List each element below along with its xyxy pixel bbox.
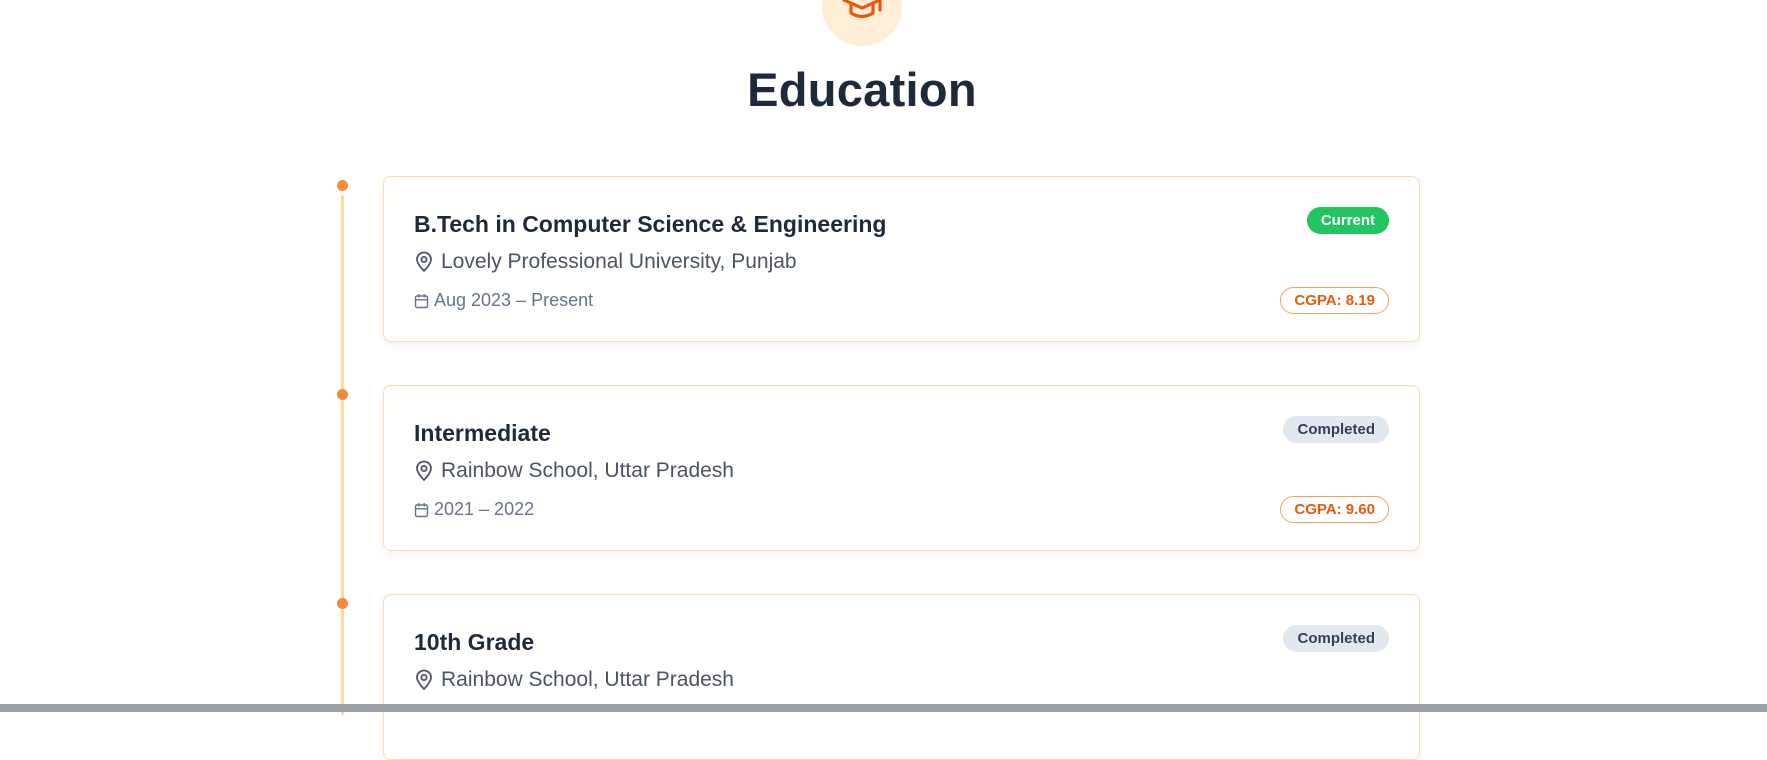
cgpa-badge: CGPA: 8.19 — [1280, 287, 1389, 314]
horizontal-scrollbar[interactable] — [0, 704, 1767, 712]
timeline-dot — [337, 598, 348, 609]
timeline-line — [341, 195, 344, 715]
degree-title: 10th Grade — [414, 629, 535, 655]
timeline-dot — [337, 180, 348, 191]
section-icon-badge — [822, 0, 902, 46]
location-pin-icon — [416, 460, 432, 481]
degree-title: Intermediate — [414, 420, 551, 446]
education-card: B.Tech in Computer Science & Engineering… — [383, 176, 1420, 342]
institution: Rainbow School, Uttar Pradesh — [414, 459, 734, 483]
institution: Rainbow School, Uttar Pradesh — [414, 668, 734, 692]
institution-name: Rainbow School, Uttar Pradesh — [441, 459, 734, 482]
calendar-icon — [414, 293, 429, 308]
timeline-dot — [337, 389, 348, 400]
education-card: Intermediate Completed Rainbow School, U… — [383, 385, 1420, 551]
status-badge: Completed — [1283, 625, 1389, 652]
status-badge: Current — [1306, 207, 1389, 234]
status-badge: Completed — [1283, 416, 1389, 443]
institution-name: Lovely Professional University, Punjab — [441, 250, 797, 273]
cgpa-badge: CGPA: 9.60 — [1280, 496, 1389, 523]
study-period: 2021 – 2022 — [414, 499, 534, 520]
institution: Lovely Professional University, Punjab — [414, 250, 797, 274]
study-period: Aug 2023 – Present — [414, 290, 593, 311]
education-card: 10th Grade Completed Rainbow School, Utt… — [383, 594, 1420, 760]
institution-name: Rainbow School, Uttar Pradesh — [441, 668, 734, 691]
degree-title: B.Tech in Computer Science & Engineering — [414, 211, 887, 237]
location-pin-icon — [416, 251, 432, 272]
calendar-icon — [414, 502, 429, 517]
period-text: 2021 – 2022 — [434, 499, 535, 519]
section-title: Education — [747, 63, 977, 116]
graduation-cap-icon — [842, 0, 882, 19]
period-text: Aug 2023 – Present — [434, 290, 594, 310]
location-pin-icon — [416, 669, 432, 690]
